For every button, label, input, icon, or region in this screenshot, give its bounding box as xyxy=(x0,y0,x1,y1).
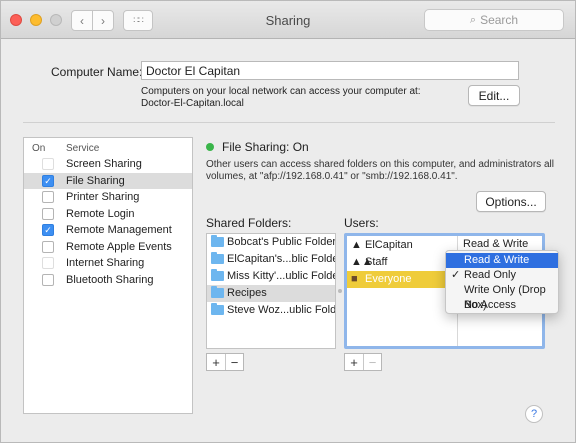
service-row-printer-sharing[interactable]: Printer Sharing xyxy=(24,189,192,206)
remove-folder-button[interactable]: − xyxy=(225,354,243,370)
folder-label: ElCapitan's...blic Folder xyxy=(227,253,336,265)
service-row-internet-sharing[interactable]: Internet Sharing xyxy=(24,255,192,272)
user-name: Everyone xyxy=(365,273,412,285)
sharing-window: ‹ › ∷∷ Sharing ⌕ Search Computer Name: D… xyxy=(0,0,576,443)
user-name: ElCapitan xyxy=(365,239,413,251)
folder-icon xyxy=(211,235,224,247)
add-folder-button[interactable]: + xyxy=(207,354,225,370)
shared-folder-row[interactable]: Steve Woz...ublic Folder xyxy=(207,302,335,319)
service-label: Remote Login xyxy=(66,207,135,220)
users-add-remove: + − xyxy=(344,353,382,371)
service-row-bluetooth-sharing[interactable]: Bluetooth Sharing xyxy=(24,272,192,289)
shared-folder-row[interactable]: Miss Kitty'...ublic Folder xyxy=(207,268,335,285)
shared-folder-row[interactable]: Recipes xyxy=(207,285,335,302)
menu-label: Read Only xyxy=(464,269,516,281)
computer-desc-line1: Computers on your local network can acce… xyxy=(141,86,421,97)
status-indicator xyxy=(206,143,214,151)
checkbox[interactable] xyxy=(42,257,54,269)
folder-icon xyxy=(211,303,224,315)
menu-item-no-access[interactable]: No Access xyxy=(446,298,558,313)
service-label: Remote Management xyxy=(66,224,172,236)
menu-item-write-only[interactable]: Write Only (Drop Box) xyxy=(446,283,558,311)
services-list: On Service Screen Sharing ✓ File Sharing… xyxy=(23,137,193,414)
shared-folders-list: Bobcat's Public Folder ElCapitan's...bli… xyxy=(206,233,336,349)
options-button[interactable]: Options... xyxy=(476,191,546,212)
user-name: Staff xyxy=(365,256,388,268)
folder-icon xyxy=(211,269,224,281)
file-sharing-status: File Sharing: On xyxy=(222,140,309,154)
edit-button[interactable]: Edit... xyxy=(468,85,520,106)
file-sharing-description: Other users can access shared folders on… xyxy=(206,159,554,182)
search-placeholder: Search xyxy=(480,13,519,27)
service-row-remote-management[interactable]: ✓ Remote Management xyxy=(24,222,192,239)
service-label: Bluetooth Sharing xyxy=(66,273,154,286)
folder-icon xyxy=(211,252,224,264)
shared-folders-add-remove: + − xyxy=(206,353,244,371)
checkbox[interactable]: ✓ xyxy=(42,174,54,187)
checkbox[interactable]: ✓ xyxy=(42,224,54,236)
add-user-button[interactable]: + xyxy=(345,354,363,370)
service-label: Remote Apple Events xyxy=(66,240,172,253)
menu-label: No Access xyxy=(464,299,516,311)
help-button[interactable]: ? xyxy=(525,405,543,423)
checkmark-icon: ✓ xyxy=(451,269,461,281)
computer-name-label: Computer Name: xyxy=(51,65,143,79)
menu-label: Read & Write xyxy=(464,254,530,266)
checkbox[interactable] xyxy=(42,191,54,203)
menu-item-read-write[interactable]: Read & Write xyxy=(446,253,558,268)
computer-name-input[interactable]: Doctor El Capitan xyxy=(141,61,519,80)
computer-local-address: Doctor-El-Capitan.local xyxy=(141,98,244,109)
header-on: On xyxy=(32,143,46,154)
permission-menu: Read & Write ✓ Read Only Write Only (Dro… xyxy=(445,250,559,314)
service-label: Internet Sharing xyxy=(66,257,145,269)
menu-item-read-only[interactable]: ✓ Read Only xyxy=(446,268,558,283)
search-field[interactable]: ⌕ Search xyxy=(424,9,564,31)
divider xyxy=(23,122,555,123)
remove-user-button[interactable]: − xyxy=(363,354,381,370)
splitter-handle[interactable] xyxy=(338,289,342,293)
user-icon: ▲ xyxy=(351,239,362,251)
services-header: On Service xyxy=(24,138,192,156)
shared-folders-label: Shared Folders: xyxy=(206,216,292,230)
checkbox[interactable] xyxy=(42,207,54,220)
service-row-remote-apple-events[interactable]: Remote Apple Events xyxy=(24,239,192,256)
everyone-icon: ■ xyxy=(351,273,358,285)
header-service: Service xyxy=(66,143,100,154)
checkbox[interactable] xyxy=(42,273,54,286)
folder-label: Miss Kitty'...ublic Folder xyxy=(227,270,336,282)
service-row-file-sharing[interactable]: ✓ File Sharing xyxy=(24,172,192,189)
folder-label: Recipes xyxy=(227,287,267,299)
checkbox[interactable] xyxy=(42,240,54,253)
shared-folder-row[interactable]: ElCapitan's...blic Folder xyxy=(207,251,335,268)
service-row-screen-sharing[interactable]: Screen Sharing xyxy=(24,156,192,173)
folder-label: Steve Woz...ublic Folder xyxy=(227,304,336,316)
computer-name-description: Computers on your local network can acce… xyxy=(141,86,441,110)
title-bar: ‹ › ∷∷ Sharing ⌕ Search xyxy=(1,1,575,39)
users-label: Users: xyxy=(344,216,379,230)
search-icon: ⌕ xyxy=(469,13,477,26)
service-label: File Sharing xyxy=(66,174,125,187)
service-label: Printer Sharing xyxy=(66,191,140,203)
permission-value: Read & Write xyxy=(463,238,529,250)
checkbox[interactable] xyxy=(42,158,54,170)
folder-label: Bobcat's Public Folder xyxy=(227,236,336,248)
folder-icon xyxy=(211,286,224,298)
shared-folder-row[interactable]: Bobcat's Public Folder xyxy=(207,234,335,251)
service-label: Screen Sharing xyxy=(66,158,142,170)
service-row-remote-login[interactable]: Remote Login xyxy=(24,206,192,223)
